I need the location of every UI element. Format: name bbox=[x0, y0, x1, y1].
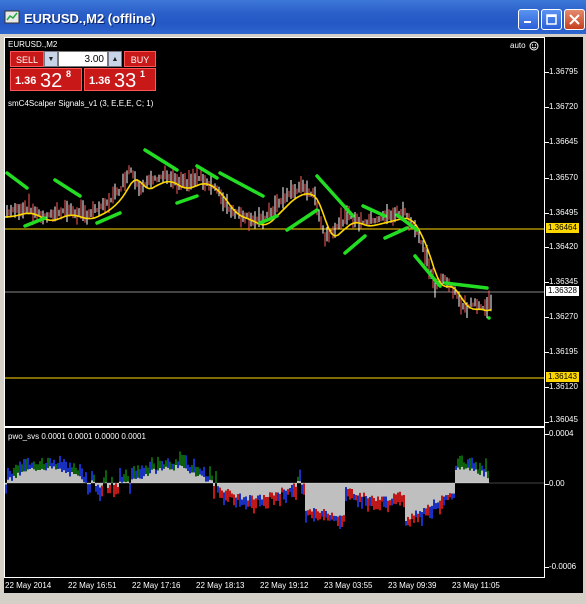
price-tick: 1.36645 bbox=[549, 137, 578, 146]
time-tick: 23 May 11:05 bbox=[452, 581, 500, 590]
sell-price-sup: 8 bbox=[66, 69, 72, 79]
price-scale[interactable]: 1.36795 1.36720 1.36645 1.36570 1.36495 … bbox=[545, 37, 583, 427]
scalper-signal-segment bbox=[343, 234, 367, 255]
chevron-down-icon: ▼ bbox=[47, 55, 55, 63]
scalper-signal-segment bbox=[23, 216, 47, 228]
time-tick: 22 May 18:13 bbox=[196, 581, 245, 590]
scalper-signal-segment bbox=[218, 171, 265, 198]
indicator-subwindow[interactable]: pwo_svs 0.0001 0.0001 0.0000 0.0001 bbox=[4, 427, 545, 578]
bid-price-tag: 1.36328 bbox=[546, 286, 579, 296]
time-tick: 22 May 16:51 bbox=[68, 581, 117, 590]
price-tick: 1.36720 bbox=[549, 102, 578, 111]
lot-decrease-button[interactable]: ▼ bbox=[44, 51, 58, 67]
time-tick: 22 May 19:12 bbox=[260, 581, 309, 590]
indicator-tick: -0.0006 bbox=[549, 562, 577, 571]
indicator-tick: 0.00 bbox=[549, 479, 565, 488]
scalper-signal-segment bbox=[361, 204, 387, 218]
buy-button[interactable]: BUY bbox=[124, 51, 156, 67]
scalper-signal-segment bbox=[195, 164, 219, 180]
main-price-pane[interactable]: EURUSD.,M2 auto smC4Scalper Signals_v1 (… bbox=[4, 37, 545, 427]
sell-price-small: 1.36 bbox=[15, 75, 37, 87]
window-title: EURUSD.,M2 (offline) bbox=[24, 11, 156, 26]
price-tick: 1.36420 bbox=[549, 242, 578, 251]
indicator-scale: 0.0004 0.00 -0.0006 bbox=[545, 427, 583, 578]
close-button[interactable] bbox=[564, 9, 585, 30]
time-tick: 23 May 03:55 bbox=[324, 581, 373, 590]
one-click-trading-panel: SELL ▼ 3.00 ▲ BUY 1.36 32 8 1.36 33 1 bbox=[10, 51, 156, 92]
sell-price-button[interactable]: 1.36 32 8 bbox=[10, 68, 82, 92]
time-tick: 22 May 2014 bbox=[5, 581, 52, 590]
price-tick: 1.36195 bbox=[549, 347, 578, 356]
price-chart-canvas[interactable] bbox=[5, 38, 544, 426]
signal-dot bbox=[487, 316, 491, 320]
lot-increase-button[interactable]: ▲ bbox=[108, 51, 122, 67]
price-tick: 1.36270 bbox=[549, 312, 578, 321]
price-tick: 1.36120 bbox=[549, 382, 578, 391]
price-tick: 1.36045 bbox=[549, 415, 578, 424]
close-icon bbox=[569, 14, 580, 25]
scalper-signal-segment bbox=[53, 178, 82, 198]
upper-level-price-tag: 1.36464 bbox=[546, 223, 579, 233]
indicator-tick: 0.0004 bbox=[549, 429, 574, 438]
subwindow-indicator-label: pwo_svs 0.0001 0.0001 0.0000 0.0001 bbox=[8, 432, 146, 441]
buy-price-sup: 1 bbox=[140, 69, 146, 79]
price-tick: 1.36345 bbox=[549, 277, 578, 286]
auto-label: auto bbox=[510, 41, 526, 50]
maximize-button[interactable] bbox=[541, 9, 562, 30]
time-tick: 22 May 17:16 bbox=[132, 581, 181, 590]
scalper-signal-segment bbox=[5, 171, 29, 190]
scalper-signal-segment bbox=[175, 194, 199, 205]
buy-price-small: 1.36 bbox=[89, 75, 111, 87]
sell-price-big: 32 bbox=[40, 70, 63, 92]
indicator-histogram-canvas[interactable] bbox=[5, 428, 544, 577]
buy-price-button[interactable]: 1.36 33 1 bbox=[84, 68, 156, 92]
price-tick: 1.36570 bbox=[549, 173, 578, 182]
scalper-signal-segment bbox=[143, 148, 179, 172]
chart-window-icon bbox=[4, 10, 20, 24]
autotrading-smiley-icon[interactable] bbox=[529, 41, 539, 51]
moving-average-line bbox=[5, 179, 492, 312]
lower-level-price-tag: 1.36143 bbox=[546, 372, 579, 382]
maximize-icon bbox=[546, 14, 557, 25]
minimize-button[interactable] bbox=[518, 9, 539, 30]
chevron-up-icon: ▲ bbox=[111, 55, 119, 63]
time-axis[interactable]: 22 May 2014 22 May 16:51 22 May 17:16 22… bbox=[4, 578, 545, 593]
buy-price-big: 33 bbox=[114, 70, 137, 92]
sell-button[interactable]: SELL bbox=[10, 51, 44, 67]
lot-size-input[interactable]: 3.00 bbox=[58, 51, 108, 67]
price-tick: 1.36795 bbox=[549, 67, 578, 76]
scalper-signal-segment bbox=[285, 208, 319, 232]
chart-area[interactable]: EURUSD.,M2 auto smC4Scalper Signals_v1 (… bbox=[4, 37, 583, 593]
symbol-label: EURUSD.,M2 bbox=[8, 40, 58, 49]
time-tick: 23 May 09:39 bbox=[388, 581, 437, 590]
minimize-icon bbox=[524, 21, 531, 23]
price-tick: 1.36495 bbox=[549, 208, 578, 217]
indicator-label: smC4Scalper Signals_v1 (3, E,E,E, C; 1) bbox=[8, 99, 154, 108]
title-bar: EURUSD.,M2 (offline) bbox=[0, 0, 586, 34]
